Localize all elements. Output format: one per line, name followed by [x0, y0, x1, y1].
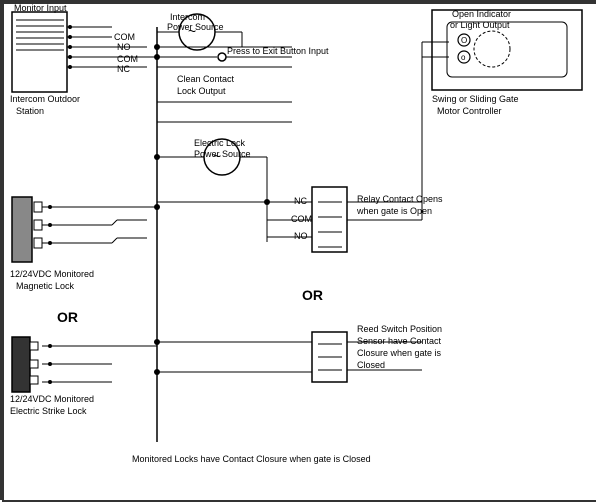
svg-text:or Light Output: or Light Output	[450, 20, 510, 30]
svg-text:Power Source: Power Source	[167, 22, 224, 32]
svg-text:OR: OR	[302, 287, 323, 303]
svg-text:Swing or Sliding Gate: Swing or Sliding Gate	[432, 94, 519, 104]
svg-text:Magnetic Lock: Magnetic Lock	[16, 281, 75, 291]
svg-text:NC: NC	[294, 196, 307, 206]
svg-text:12/24VDC Monitored: 12/24VDC Monitored	[10, 269, 94, 279]
svg-text:COM: COM	[291, 214, 312, 224]
svg-text:Sensor have Contact: Sensor have Contact	[357, 336, 442, 346]
svg-text:Open Indicator: Open Indicator	[452, 9, 511, 19]
svg-text:COM: COM	[117, 54, 138, 64]
wiring-diagram: Monitor Input COM NO COM NC Intercom Out…	[0, 0, 596, 500]
svg-text:Intercom Outdoor: Intercom Outdoor	[10, 94, 80, 104]
svg-text:COM: COM	[114, 32, 135, 42]
svg-text:when gate is Open: when gate is Open	[356, 206, 432, 216]
svg-text:O: O	[461, 36, 467, 45]
svg-text:Reed Switch Position: Reed Switch Position	[357, 324, 442, 334]
svg-text:Closed: Closed	[357, 360, 385, 370]
svg-text:Station: Station	[16, 106, 44, 116]
svg-text:NO: NO	[117, 42, 131, 52]
svg-text:NC: NC	[117, 64, 130, 74]
svg-text:Intercom: Intercom	[170, 12, 205, 22]
svg-text:12/24VDC Monitored: 12/24VDC Monitored	[10, 394, 94, 404]
svg-text:Motor Controller: Motor Controller	[437, 106, 502, 116]
svg-text:OR: OR	[57, 309, 78, 325]
svg-text:Monitored Locks have Contact C: Monitored Locks have Contact Closure whe…	[132, 454, 371, 464]
monitor-input-label: Monitor Input	[14, 3, 67, 13]
svg-text:Electric Strike Lock: Electric Strike Lock	[10, 406, 87, 416]
svg-text:NO: NO	[294, 231, 308, 241]
svg-text:Lock Output: Lock Output	[177, 86, 226, 96]
svg-text:Electric Lock: Electric Lock	[194, 138, 246, 148]
svg-text:Closure when gate is: Closure when gate is	[357, 348, 442, 358]
svg-text:Clean Contact: Clean Contact	[177, 74, 235, 84]
svg-text:Relay Contact Opens: Relay Contact Opens	[357, 194, 443, 204]
svg-text:o: o	[461, 53, 466, 62]
